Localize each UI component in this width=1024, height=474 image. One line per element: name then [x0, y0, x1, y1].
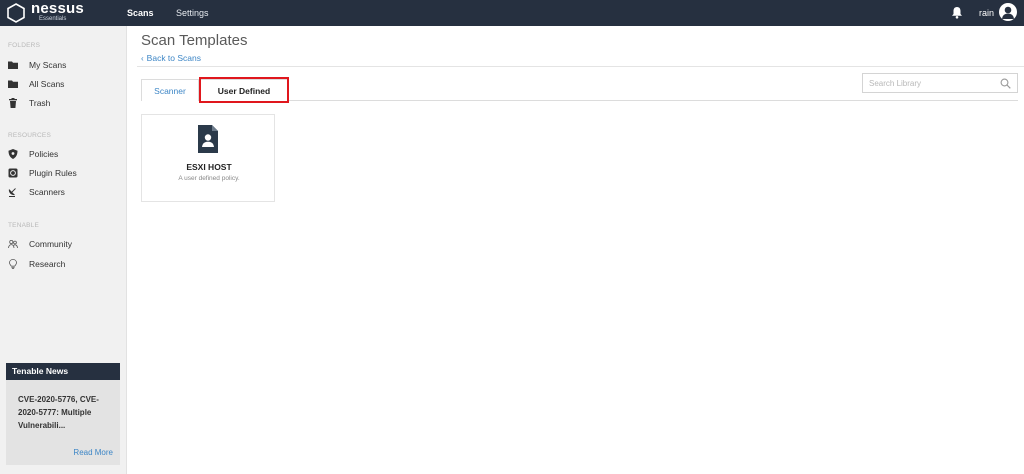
- username-label[interactable]: rain: [979, 7, 994, 19]
- sidebar-item-label: All Scans: [29, 79, 65, 89]
- page-title: Scan Templates: [141, 32, 248, 49]
- shield-icon: [8, 149, 18, 159]
- sidebar-item-label: Plugin Rules: [29, 168, 77, 178]
- sidebar-item-plugin-rules[interactable]: Plugin Rules: [8, 165, 120, 181]
- folder-icon: [8, 61, 18, 69]
- read-more-link[interactable]: Read More: [73, 448, 113, 458]
- bell-icon[interactable]: [951, 6, 963, 19]
- trash-icon: [9, 98, 17, 108]
- back-to-scans-link[interactable]: ‹ Back to Scans: [141, 53, 201, 64]
- sidebar: FOLDERS My Scans All Scans Trash RESOURC…: [0, 26, 127, 474]
- community-icon: [8, 239, 18, 249]
- satellite-dish-icon: [8, 188, 16, 197]
- lightbulb-icon: [9, 259, 17, 269]
- top-bar: nessus Essentials Scans Settings rain: [0, 0, 1024, 26]
- logo-text: nessus: [31, 0, 84, 17]
- sidebar-item-label: My Scans: [29, 60, 67, 70]
- nessus-logo[interactable]: nessus Essentials: [6, 0, 90, 24]
- user-policy-document-icon: [198, 125, 218, 153]
- back-link-label: Back to Scans: [146, 53, 202, 63]
- sidebar-heading-folders: FOLDERS: [8, 42, 41, 49]
- search-library[interactable]: [862, 73, 1018, 93]
- template-title: ESXI HOST: [186, 162, 232, 172]
- sidebar-item-policies[interactable]: Policies: [8, 146, 120, 162]
- plugin-rules-icon: [8, 168, 18, 178]
- search-input[interactable]: [863, 74, 995, 92]
- sidebar-item-my-scans[interactable]: My Scans: [8, 57, 120, 73]
- hexagon-logo-icon: [7, 3, 25, 23]
- template-card-esxi-host[interactable]: ESXI HOST A user defined policy.: [141, 114, 275, 202]
- folder-icon: [8, 80, 18, 88]
- divider: [137, 66, 1024, 67]
- sidebar-item-community[interactable]: Community: [8, 236, 120, 252]
- search-icon[interactable]: [1000, 78, 1011, 89]
- sidebar-item-all-scans[interactable]: All Scans: [8, 76, 120, 92]
- sidebar-heading-resources: RESOURCES: [8, 132, 51, 139]
- sidebar-item-label: Research: [29, 259, 66, 269]
- highlight-annotation: [199, 77, 289, 103]
- sidebar-item-research[interactable]: Research: [8, 256, 120, 272]
- news-title: Tenable News: [6, 363, 120, 380]
- sidebar-item-label: Trash: [29, 98, 51, 108]
- template-description: A user defined policy.: [178, 175, 240, 182]
- nav-scans[interactable]: Scans: [127, 7, 154, 19]
- sidebar-item-label: Scanners: [29, 187, 65, 197]
- chevron-left-icon: ‹: [141, 54, 144, 63]
- sidebar-item-label: Community: [29, 239, 72, 249]
- sidebar-item-scanners[interactable]: Scanners: [8, 184, 120, 200]
- sidebar-item-label: Policies: [29, 149, 59, 159]
- sidebar-heading-tenable: TENABLE: [8, 222, 40, 229]
- news-headline[interactable]: CVE-2020-5776, CVE-2020-5777: Multiple V…: [18, 393, 114, 432]
- tab-scanner[interactable]: Scanner: [141, 79, 199, 101]
- sidebar-item-trash[interactable]: Trash: [8, 95, 120, 111]
- tenable-news-panel: Tenable News CVE-2020-5776, CVE-2020-577…: [6, 363, 120, 465]
- user-icon[interactable]: [999, 3, 1017, 21]
- nav-settings[interactable]: Settings: [176, 7, 209, 19]
- logo-subtext: Essentials: [39, 16, 67, 22]
